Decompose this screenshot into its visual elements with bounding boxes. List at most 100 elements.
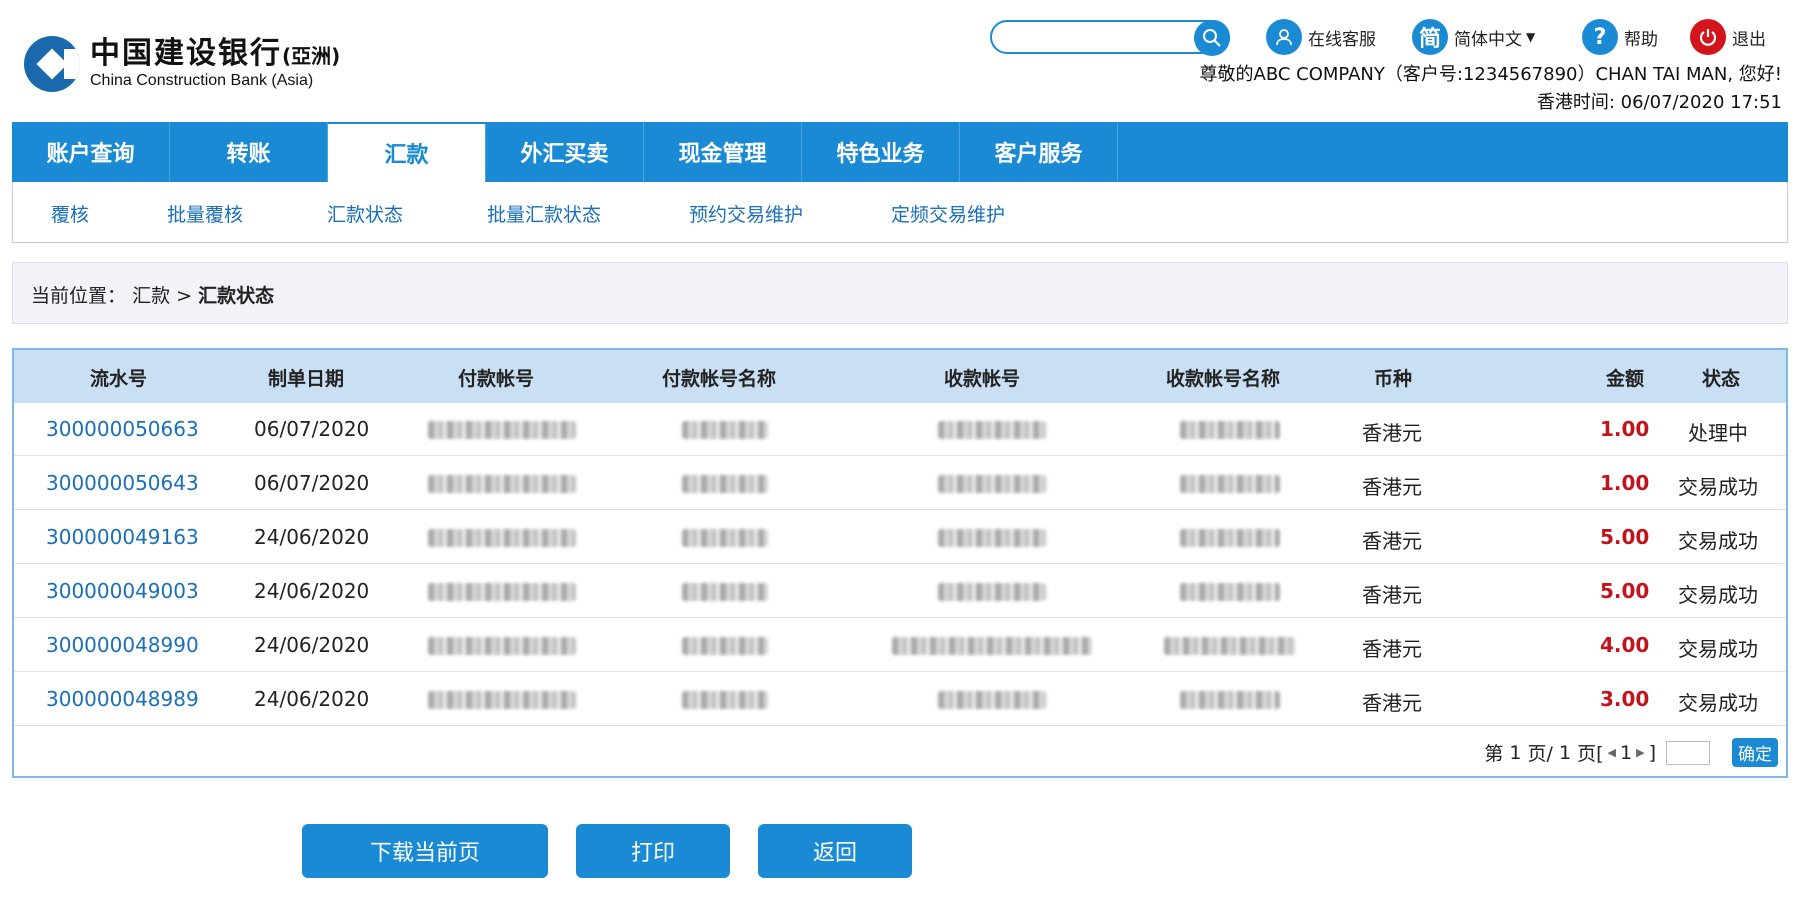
breadcrumb-current: 汇款状态 <box>198 285 275 307</box>
table-row: 300000050643 06/07/2020 香港元 1.00 交易成功 <box>14 457 1786 510</box>
user-icon <box>1266 19 1302 55</box>
redacted-payee-name <box>1180 421 1280 439</box>
search-button[interactable] <box>1194 20 1230 56</box>
redacted-payee-name <box>1180 583 1280 601</box>
status-cell: 交易成功 <box>1678 637 1758 661</box>
subnav-remittance-status[interactable]: 汇款状态 <box>327 200 403 227</box>
logout-link[interactable]: 退出 <box>1690 18 1766 56</box>
power-icon <box>1690 19 1726 55</box>
currency-cell: 香港元 <box>1362 475 1422 499</box>
redacted-payee-account <box>938 691 1046 709</box>
header-serial: 流水号 <box>90 368 148 390</box>
redacted-payer-account <box>428 637 576 655</box>
serial-link[interactable]: 300000048989 <box>46 687 199 711</box>
status-cell: 交易成功 <box>1678 529 1758 553</box>
header-date: 制单日期 <box>268 368 345 390</box>
redacted-payee-name <box>1180 475 1280 493</box>
prev-page-icon[interactable]: ◀ <box>1608 746 1616 759</box>
help-label: 帮助 <box>1624 29 1658 50</box>
current-page: 1 <box>1509 741 1522 764</box>
table-row: 300000050663 06/07/2020 香港元 1.00 处理中 <box>14 403 1786 456</box>
next-page-icon[interactable]: ▶ <box>1636 746 1644 759</box>
subnav-scheduled-transactions[interactable]: 预约交易维护 <box>689 200 803 227</box>
page-jump-input[interactable] <box>1666 740 1710 765</box>
serial-link[interactable]: 300000048990 <box>46 633 199 657</box>
breadcrumb-prefix: 当前位置： <box>31 285 127 307</box>
bank-name-cn-suffix: (亞洲) <box>282 44 341 68</box>
hk-time-label: 香港时间: <box>1536 92 1615 113</box>
total-pages: 1 <box>1558 741 1572 764</box>
status-cell: 交易成功 <box>1678 691 1758 715</box>
header-amount: 金额 <box>1606 368 1645 390</box>
help-link[interactable]: ? 帮助 <box>1582 18 1658 56</box>
redacted-payee-name <box>1180 691 1280 709</box>
serial-link[interactable]: 300000050663 <box>46 417 199 441</box>
hk-time-value: 06/07/2020 17:51 <box>1620 92 1782 113</box>
page-suffix: 页[ <box>1577 743 1604 765</box>
download-current-page-button[interactable]: 下载当前页 <box>302 824 548 878</box>
subnav-batch-review[interactable]: 批量覆核 <box>167 200 243 227</box>
print-button[interactable]: 打印 <box>576 824 730 878</box>
search-box <box>990 20 1230 56</box>
bank-logo[interactable]: 中国建设银行(亞洲) China Construction Bank (Asia… <box>24 36 340 92</box>
date-cell: 24/06/2020 <box>254 525 370 549</box>
search-icon <box>1203 29 1221 47</box>
redacted-payer-account <box>428 583 576 601</box>
breadcrumb-parent: 汇款 <box>132 285 171 307</box>
redacted-payer-account <box>428 691 576 709</box>
status-cell: 交易成功 <box>1678 583 1758 607</box>
tab-transfer[interactable]: 转账 <box>170 122 328 182</box>
page-jump-confirm-button[interactable]: 确定 <box>1732 738 1778 767</box>
subnav-recurring-transactions[interactable]: 定频交易维护 <box>891 200 1005 227</box>
table-header: 流水号 制单日期 付款帐号 付款帐号名称 收款帐号 收款帐号名称 币种 金额 状… <box>14 350 1786 403</box>
redacted-payer-name <box>682 583 768 601</box>
date-cell: 24/06/2020 <box>254 633 370 657</box>
currency-cell: 香港元 <box>1362 421 1422 445</box>
language-label: 简体中文 <box>1454 29 1522 50</box>
tab-cash-management[interactable]: 现金管理 <box>644 122 802 182</box>
date-cell: 24/06/2020 <box>254 579 370 603</box>
tab-fx-trading[interactable]: 外汇买卖 <box>486 122 644 182</box>
tab-customer-service[interactable]: 客户服务 <box>960 122 1118 182</box>
subnav-batch-remittance-status[interactable]: 批量汇款状态 <box>487 200 601 227</box>
header-payee-account: 收款帐号 <box>944 368 1021 390</box>
table-row: 300000049163 24/06/2020 香港元 5.00 交易成功 <box>14 511 1786 564</box>
currency-cell: 香港元 <box>1362 637 1422 661</box>
remittance-table: 流水号 制单日期 付款帐号 付款帐号名称 收款帐号 收款帐号名称 币种 金额 状… <box>12 348 1788 778</box>
tab-special-services[interactable]: 特色业务 <box>802 122 960 182</box>
language-selector[interactable]: 简 简体中文 ▼ <box>1412 18 1535 56</box>
hk-time: 香港时间: 06/07/2020 17:51 <box>1537 88 1782 114</box>
page-number: 1 <box>1620 741 1633 764</box>
redacted-payee-name <box>1180 529 1280 547</box>
amount-cell: 1.00 <box>1600 471 1650 495</box>
redacted-payer-name <box>682 637 768 655</box>
online-service-label: 在线客服 <box>1308 29 1376 50</box>
search-input[interactable] <box>1004 22 1198 52</box>
serial-link[interactable]: 300000049163 <box>46 525 199 549</box>
tab-account-inquiry[interactable]: 账户查询 <box>12 122 170 182</box>
page-prefix: 第 <box>1484 743 1504 765</box>
subnav-review[interactable]: 覆核 <box>51 200 89 227</box>
sub-nav: 覆核 批量覆核 汇款状态 批量汇款状态 预约交易维护 定频交易维护 <box>12 182 1788 243</box>
amount-cell: 5.00 <box>1600 579 1650 603</box>
redacted-payee-account <box>938 583 1046 601</box>
header-currency: 币种 <box>1374 368 1413 390</box>
redacted-payee-name <box>1164 637 1296 655</box>
status-cell: 交易成功 <box>1678 475 1758 499</box>
language-icon: 简 <box>1412 19 1448 55</box>
serial-link[interactable]: 300000050643 <box>46 471 199 495</box>
header-status: 状态 <box>1702 368 1741 390</box>
page-close-bracket: ] <box>1648 741 1656 764</box>
ccb-logo-icon <box>24 36 80 92</box>
logout-label: 退出 <box>1732 29 1766 50</box>
online-service-link[interactable]: 在线客服 <box>1266 18 1376 56</box>
bank-name-cn: 中国建设银行 <box>90 36 282 71</box>
serial-link[interactable]: 300000049003 <box>46 579 199 603</box>
table-row: 300000048989 24/06/2020 香港元 3.00 交易成功 <box>14 673 1786 726</box>
redacted-payer-account <box>428 475 576 493</box>
back-button[interactable]: 返回 <box>758 824 912 878</box>
redacted-payer-name <box>682 529 768 547</box>
redacted-payer-name <box>682 475 768 493</box>
breadcrumb-separator: > <box>176 285 193 307</box>
tab-remittance[interactable]: 汇款 <box>328 124 486 182</box>
